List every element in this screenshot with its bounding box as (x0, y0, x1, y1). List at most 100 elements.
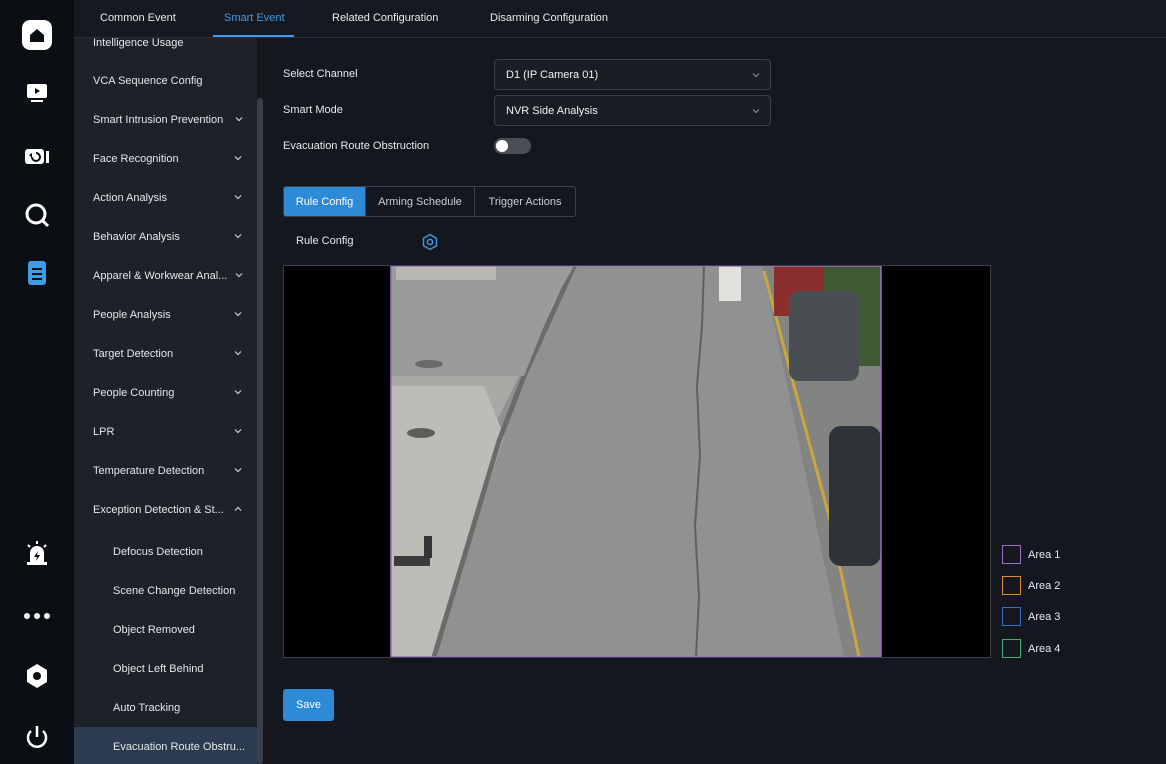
menu-item-people-counting[interactable]: People Counting (74, 373, 257, 412)
camera-preview[interactable] (283, 265, 991, 658)
chevron-down-icon (235, 273, 243, 278)
evacuation-route-obstruction-label: Evacuation Route Obstruction (283, 140, 430, 152)
menu-item-vca-sequence-config[interactable]: VCA Sequence Config (74, 61, 257, 100)
menu-item-exception-detection[interactable]: Exception Detection & St... (74, 490, 257, 529)
menu-item-label: Intelligence Usage (93, 38, 184, 49)
menu-item-intelligence-usage[interactable]: Intelligence Usage (74, 38, 257, 62)
cart (719, 266, 741, 301)
side-menu-scrollbar-thumb[interactable] (257, 98, 263, 764)
menu-item-temperature-detection[interactable]: Temperature Detection (74, 451, 257, 490)
menu-item-object-removed[interactable]: Object Removed (74, 610, 257, 649)
menu-item-label: Evacuation Route Obstru... (113, 740, 246, 753)
evacuation-enable-toggle[interactable] (494, 138, 531, 154)
menu-item-label: VCA Sequence Config (93, 74, 203, 87)
side-menu: Intelligence Usage VCA Sequence Config S… (74, 38, 257, 764)
area-2-label: Area 2 (1028, 579, 1061, 592)
area-3-label: Area 3 (1028, 610, 1061, 623)
sign (396, 266, 496, 280)
tab-arming-schedule[interactable]: Arming Schedule (366, 187, 475, 216)
gear-icon[interactable] (421, 233, 439, 251)
legend-area-2[interactable]: Area 2 (1002, 576, 1060, 595)
search-icon[interactable] (22, 200, 52, 230)
power-icon[interactable] (22, 722, 52, 752)
chevron-down-icon (235, 117, 243, 122)
chevron-down-icon (234, 468, 242, 473)
menu-item-label: Face Recognition (93, 152, 179, 165)
menu-item-label: Defocus Detection (113, 545, 203, 558)
chevron-down-icon (752, 109, 760, 114)
chevron-down-icon (234, 195, 242, 200)
manhole (407, 428, 435, 438)
menu-item-action-analysis[interactable]: Action Analysis (74, 178, 257, 217)
tab-disarming-configuration[interactable]: Disarming Configuration (490, 12, 608, 24)
more-icon[interactable] (22, 601, 52, 631)
save-button[interactable]: Save (283, 689, 334, 721)
menu-item-defocus-detection[interactable]: Defocus Detection (74, 532, 257, 571)
menu-item-label: Object Removed (113, 623, 195, 636)
channel-select[interactable]: D1 (IP Camera 01) (494, 59, 771, 90)
configuration-icon[interactable] (22, 258, 52, 288)
menu-item-object-left-behind[interactable]: Object Left Behind (74, 649, 257, 688)
chevron-down-icon (234, 351, 242, 356)
menu-item-auto-tracking[interactable]: Auto Tracking (74, 688, 257, 727)
tab-related-configuration[interactable]: Related Configuration (332, 12, 438, 24)
tab-common-event[interactable]: Common Event (100, 12, 176, 24)
menu-item-label: LPR (93, 425, 115, 438)
legend-area-3[interactable]: Area 3 (1002, 607, 1060, 626)
area-1-swatch (1002, 545, 1021, 564)
manhole (415, 360, 443, 368)
live-view-icon[interactable] (22, 78, 52, 108)
menu-item-label: Scene Change Detection (113, 584, 236, 597)
menu-item-people-analysis[interactable]: People Analysis (74, 295, 257, 334)
active-tab-indicator (213, 35, 294, 37)
tab-rule-config[interactable]: Rule Config (284, 187, 366, 216)
config-sub-tabs: Rule Config Arming Schedule Trigger Acti… (283, 186, 576, 217)
legend-area-1[interactable]: Area 1 (1002, 545, 1060, 564)
camera-frame (284, 266, 990, 657)
tab-smart-event[interactable]: Smart Event (224, 12, 285, 24)
toggle-knob (496, 140, 508, 152)
home-icon[interactable] (22, 20, 52, 50)
chevron-down-icon (234, 312, 242, 317)
menu-item-smart-intrusion-prevention[interactable]: Smart Intrusion Prevention (74, 100, 257, 139)
menu-item-label: Apparel & Workwear Anal... (93, 269, 228, 282)
chevron-down-icon (752, 73, 760, 78)
settings-icon[interactable] (22, 661, 52, 691)
menu-item-lpr[interactable]: LPR (74, 412, 257, 451)
area-1-label: Area 1 (1028, 548, 1061, 561)
menu-item-label: Behavior Analysis (93, 230, 180, 243)
chevron-up-icon (234, 506, 242, 511)
smart-mode-label: Smart Mode (283, 104, 343, 116)
menu-item-label: Object Left Behind (113, 662, 204, 675)
playback-icon[interactable] (22, 142, 52, 172)
menu-item-label: Action Analysis (93, 191, 167, 204)
area-4-label: Area 4 (1028, 642, 1061, 655)
menu-item-label: Exception Detection & St... (93, 503, 224, 516)
menu-item-face-recognition[interactable]: Face Recognition (74, 139, 257, 178)
menu-item-label: Auto Tracking (113, 701, 181, 714)
parked-car-1 (789, 291, 859, 381)
nav-rail (0, 0, 74, 764)
alarm-icon[interactable] (22, 538, 52, 568)
menu-item-label: Smart Intrusion Prevention (93, 113, 224, 126)
menu-item-apparel-workwear-analysis[interactable]: Apparel & Workwear Anal... (74, 256, 257, 295)
chevron-down-icon (234, 234, 242, 239)
menu-item-label: People Analysis (93, 308, 171, 321)
legend-area-4[interactable]: Area 4 (1002, 639, 1060, 658)
smart-mode-select-value: NVR Side Analysis (506, 104, 598, 117)
app-root: Common Event Smart Event Related Configu… (0, 0, 1166, 764)
area-2-swatch (1002, 576, 1021, 595)
tab-trigger-actions[interactable]: Trigger Actions (475, 187, 575, 216)
menu-item-target-detection[interactable]: Target Detection (74, 334, 257, 373)
menu-item-label: Temperature Detection (93, 464, 205, 477)
menu-item-evacuation-route-obstruction[interactable]: Evacuation Route Obstru... (74, 727, 257, 764)
top-tab-bar: Common Event Smart Event Related Configu… (74, 0, 1166, 38)
bench-post (424, 536, 432, 558)
smart-mode-select[interactable]: NVR Side Analysis (494, 95, 771, 126)
menu-item-label: Target Detection (93, 347, 174, 360)
menu-item-behavior-analysis[interactable]: Behavior Analysis (74, 217, 257, 256)
parked-car-2 (829, 426, 881, 566)
chevron-down-icon (234, 156, 242, 161)
menu-item-scene-change-detection[interactable]: Scene Change Detection (74, 571, 257, 610)
chevron-down-icon (234, 429, 242, 434)
